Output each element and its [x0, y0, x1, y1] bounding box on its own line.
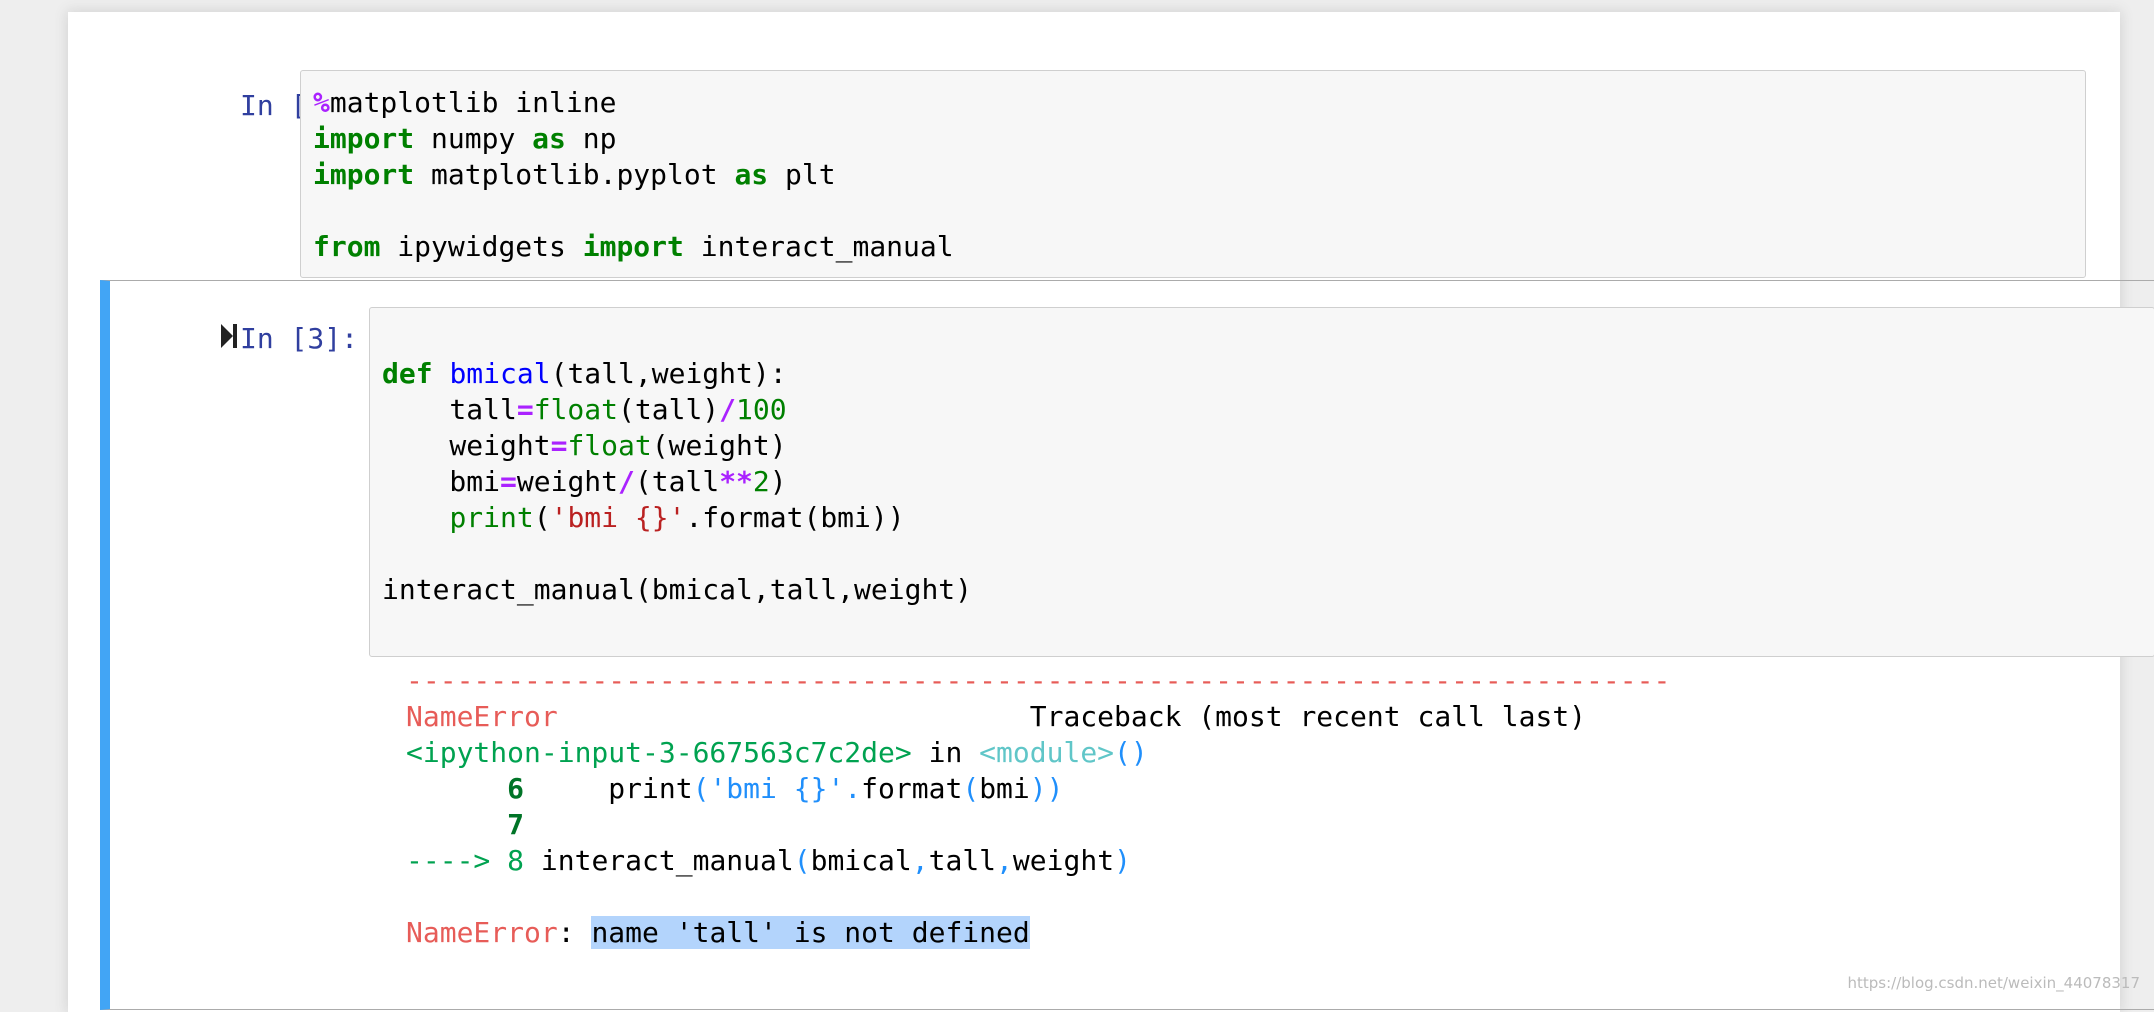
- traceback-output: ----------------------------------------…: [406, 664, 1671, 949]
- code-input-area[interactable]: %matplotlib inline import numpy as np im…: [300, 70, 2086, 278]
- watermark: https://blog.csdn.net/weixin_44078317: [1847, 974, 2140, 992]
- code-token: ipywidgets: [397, 230, 566, 263]
- code-token: plt: [785, 158, 836, 191]
- code-token: interact_manual: [700, 230, 954, 263]
- cell-output-area: ----------------------------------------…: [380, 663, 2140, 1003]
- error-name: NameError: [406, 700, 558, 733]
- code-token: numpy: [431, 122, 516, 155]
- error-arrow: ---->: [406, 844, 491, 877]
- code-text[interactable]: def bmical(tall,weight): tall=float(tall…: [382, 356, 972, 608]
- code-token: matplotlib inline: [329, 86, 617, 119]
- keyword-token: import: [313, 122, 415, 155]
- error-message-selected: name 'tall' is not defined: [591, 916, 1030, 949]
- code-input-area[interactable]: def bmical(tall,weight): tall=float(tall…: [369, 307, 2154, 657]
- cell-prompt: In [3]:: [130, 321, 358, 358]
- line-number: 6: [507, 772, 525, 805]
- code-text[interactable]: %matplotlib inline import numpy as np im…: [313, 85, 954, 265]
- traceback-header: Traceback (most recent call last): [1029, 700, 1587, 733]
- code-token: matplotlib.pyplot: [431, 158, 718, 191]
- line-number: 8: [507, 844, 525, 877]
- input-reference: <ipython-input-3-667563c7c2de>: [406, 736, 912, 769]
- keyword-token: import: [313, 158, 415, 191]
- module-name: <module>: [979, 736, 1115, 769]
- line-number: 7: [507, 808, 525, 841]
- keyword-token: from: [313, 230, 381, 263]
- keyword-token: as: [532, 122, 566, 155]
- run-cell-icon[interactable]: [220, 322, 238, 358]
- code-token: np: [582, 122, 617, 155]
- code-cell-2-selected[interactable]: In [3]: def bmical(tall,weight): tall=fl…: [100, 280, 2154, 1010]
- notebook-container: In [1]: %matplotlib inline import numpy …: [68, 12, 2154, 1012]
- magic-token: %: [313, 86, 330, 119]
- traceback-separator: ----------------------------------------…: [406, 664, 1671, 697]
- keyword-token: as: [734, 158, 769, 191]
- code-cell-1[interactable]: In [1]: %matplotlib inline import numpy …: [68, 58, 2120, 280]
- final-error-name: NameError: [406, 916, 558, 949]
- keyword-token: import: [582, 230, 684, 263]
